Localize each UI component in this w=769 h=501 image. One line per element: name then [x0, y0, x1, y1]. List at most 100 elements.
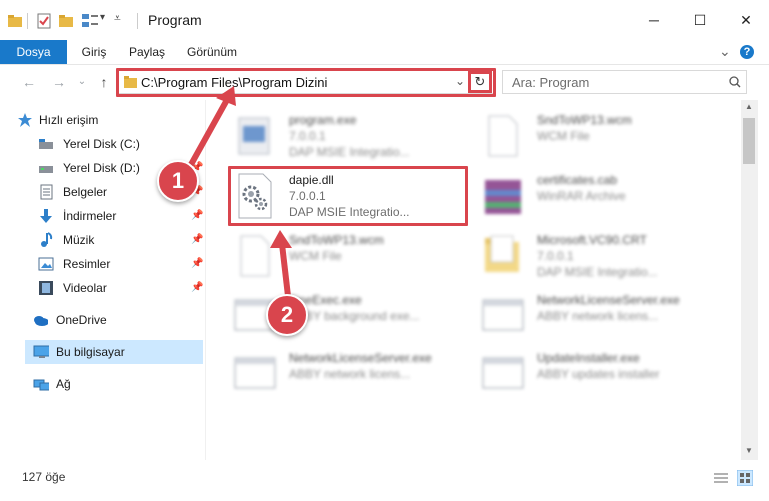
customize-toolbar-icon[interactable]: ⩡ [114, 11, 121, 26]
search-input[interactable]: Ara: Program [512, 75, 589, 90]
new-folder-icon[interactable] [59, 14, 73, 28]
details-view-icon[interactable] [713, 471, 729, 485]
file-description: ABBY background exe... [289, 309, 420, 323]
pin-icon[interactable]: 📌 [191, 210, 203, 222]
sidebar-item-label: İndirmeler [63, 209, 117, 223]
exe-window-icon [234, 357, 276, 389]
help-icon[interactable]: ? [740, 45, 754, 59]
file-name: SndToWP13.wcm [289, 233, 384, 247]
file-item[interactable]: NetworkLicenseServer.exe ABBY network li… [481, 290, 701, 342]
sidebar-item-label: Ağ [56, 377, 71, 391]
expand-ribbon-icon[interactable]: ⌄ [719, 43, 731, 60]
recent-locations-icon[interactable]: ⌄ [73, 73, 91, 91]
computer-icon [33, 345, 49, 358]
sidebar-item-network[interactable]: Ağ [0, 372, 205, 396]
file-description: ABBY network licens... [289, 367, 411, 381]
file-item[interactable]: program.exe 7.0.0.1 DAP MSIE Integratio.… [233, 110, 453, 162]
scrollbar-thumb[interactable] [743, 118, 755, 164]
status-bar: 127 öğe [0, 466, 769, 490]
ribbon-tabs: Dosya Giriş Paylaş Görünüm ⌄ ? [0, 40, 769, 65]
sidebar-item-label: Hızlı erişim [39, 113, 99, 127]
search-icon[interactable] [729, 76, 741, 88]
file-item[interactable]: UpdateInstaller.exe ABBY updates install… [481, 348, 701, 400]
separator [137, 13, 138, 29]
back-button[interactable]: ← [20, 73, 38, 91]
sidebar-item-label: Belgeler [63, 185, 108, 199]
file-version: 7.0.0.1 [537, 249, 574, 263]
folder-icon [8, 15, 22, 27]
sidebar-item-onedrive[interactable]: OneDrive [0, 308, 205, 332]
tab-share[interactable]: Paylaş [122, 40, 172, 64]
tab-view[interactable]: Görünüm [180, 40, 244, 64]
up-button[interactable]: ↑ [95, 73, 113, 91]
pin-icon[interactable]: 📌 [191, 234, 203, 246]
exe-window-icon [482, 357, 524, 389]
forward-button[interactable]: → [50, 73, 68, 91]
file-description: ABBY updates installer [537, 367, 660, 381]
sidebar-item-disk-c[interactable]: Yerel Disk (C:) [0, 132, 205, 156]
star-icon [18, 113, 32, 127]
sidebar-item-label: Yerel Disk (D:) [63, 161, 140, 175]
title-bar: ▾ ⩡ Program ─ ☐ ✕ [0, 0, 769, 40]
file-item[interactable]: Microsoft.VC90.CRT 7.0.0.1 DAP MSIE Inte… [481, 230, 701, 282]
sidebar-item-label: Müzik [63, 233, 95, 247]
pictures-icon [38, 257, 54, 271]
search-box[interactable]: Ara: Program [502, 70, 747, 94]
file-icon [488, 115, 518, 157]
item-count: 127 öğe [22, 470, 66, 484]
tab-file[interactable]: Dosya [0, 40, 67, 64]
sidebar-item-pictures[interactable]: Resimler 📌 [0, 252, 205, 276]
scroll-up-icon[interactable]: ▲ [745, 102, 753, 111]
file-item[interactable]: NetworkLicenseServer.exe ABBY network li… [233, 348, 453, 400]
sidebar-item-quick-access[interactable]: Hızlı erişim [0, 108, 205, 132]
sidebar-item-label: Resimler [63, 257, 111, 271]
cloud-icon [34, 316, 48, 326]
view-options-icon[interactable] [82, 14, 98, 28]
file-name: NetworkLicenseServer.exe [289, 351, 432, 365]
file-description: DAP MSIE Integratio... [289, 145, 410, 159]
sidebar-item-downloads[interactable]: İndirmeler 📌 [0, 204, 205, 228]
separator [27, 13, 28, 29]
music-icon [41, 232, 53, 247]
large-icons-view-icon[interactable] [737, 470, 753, 486]
network-icon [33, 379, 49, 391]
drive-icon [39, 166, 53, 173]
pin-icon[interactable]: 📌 [191, 282, 203, 294]
file-type: WinRAR Archive [537, 189, 626, 203]
sidebar-item-music[interactable]: Müzik 📌 [0, 228, 205, 252]
scroll-down-icon[interactable]: ▼ [745, 446, 753, 455]
address-highlight-box [116, 68, 496, 97]
archive-icon [485, 180, 521, 214]
exe-window-icon [482, 299, 524, 331]
file-name: SndToWP13.wcm [537, 113, 632, 127]
sidebar-item-videos[interactable]: Videolar 📌 [0, 276, 205, 300]
pin-icon[interactable]: 📌 [191, 258, 203, 270]
file-item[interactable]: certificates.cab WinRAR Archive [481, 170, 701, 222]
sidebar-item-this-pc[interactable]: Bu bilgisayar [0, 340, 205, 364]
file-item[interactable]: SndToWP13.wcm WCM File [233, 230, 453, 282]
maximize-button[interactable]: ☐ [677, 0, 723, 40]
file-name: NetworkLicenseServer.exe [537, 293, 680, 307]
sidebar-item-label: OneDrive [56, 313, 107, 327]
file-description: ABBY network licens... [537, 309, 659, 323]
callout-badge-2: 2 [266, 294, 308, 336]
file-name: program.exe [289, 113, 357, 127]
close-button[interactable]: ✕ [723, 0, 769, 40]
file-icon [240, 235, 270, 277]
sidebar-item-label: Videolar [63, 281, 107, 295]
file-name: certificates.cab [537, 173, 618, 187]
exe-icon [238, 117, 270, 155]
properties-icon[interactable] [37, 13, 51, 29]
file-item[interactable]: SndToWP13.wcm WCM File [481, 110, 701, 162]
chevron-down-icon[interactable]: ▾ [100, 12, 105, 23]
download-icon [40, 209, 52, 223]
callout-badge-1: 1 [157, 160, 199, 202]
file-description: DAP MSIE Integratio... [537, 265, 658, 279]
minimize-button[interactable]: ─ [631, 0, 677, 40]
file-version: 7.0.0.1 [289, 129, 326, 143]
tab-home[interactable]: Giriş [72, 40, 116, 64]
refresh-button[interactable]: ↻ [468, 71, 492, 93]
sidebar-item-label: Bu bilgisayar [56, 345, 125, 359]
sidebar-item-label: Yerel Disk (C:) [63, 137, 140, 151]
sidebar-divider [205, 100, 206, 460]
